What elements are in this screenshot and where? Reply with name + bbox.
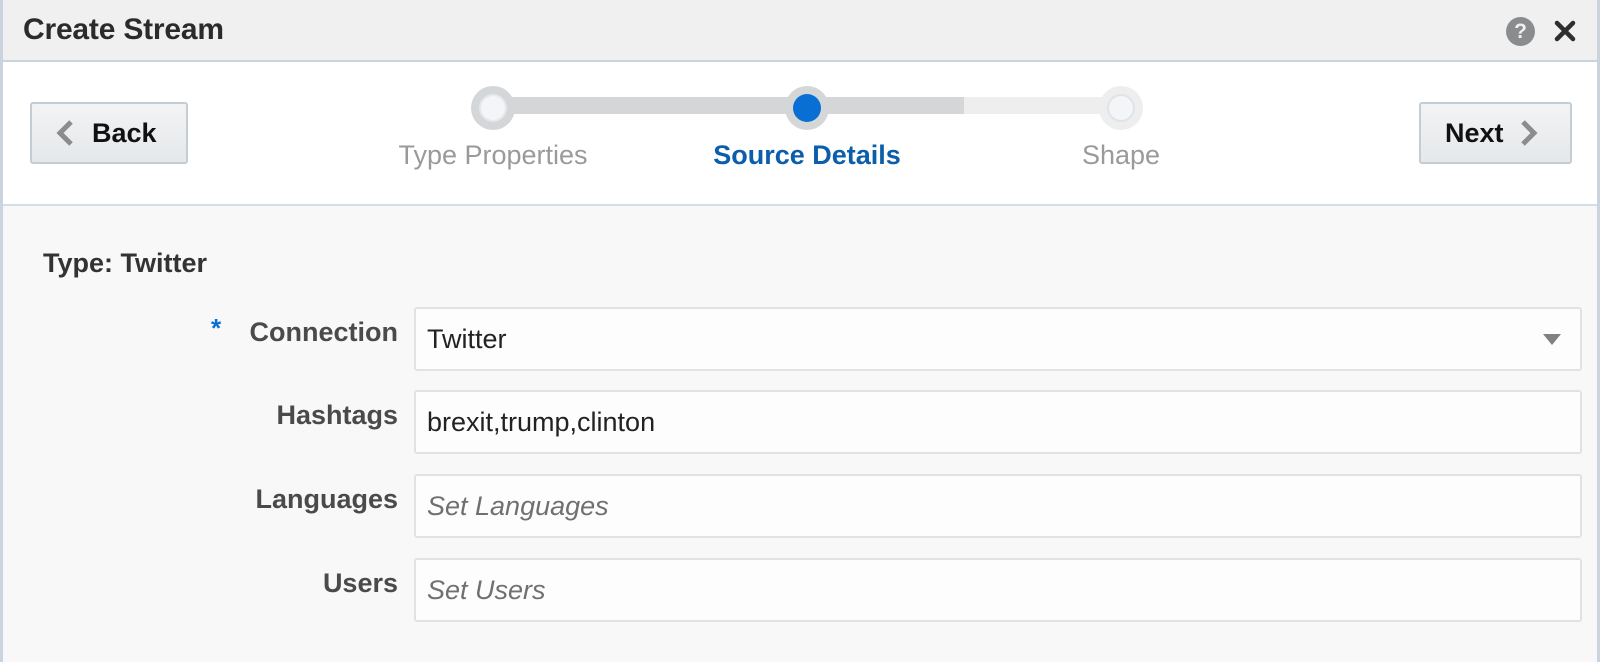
type-value: Twitter: [120, 248, 208, 278]
dialog-header: Create Stream ?: [3, 0, 1597, 62]
required-indicator: *: [211, 313, 222, 343]
connection-value: Twitter: [427, 324, 507, 354]
hashtags-input[interactable]: [414, 390, 1582, 454]
step-stop-source-details[interactable]: [785, 86, 829, 130]
step-stop-shape[interactable]: [1099, 86, 1143, 130]
connection-row: * Connection Twitter: [3, 307, 1600, 371]
train-track-remaining: [964, 97, 1121, 114]
chevron-left-icon: [56, 119, 74, 147]
users-input[interactable]: [414, 558, 1582, 622]
languages-label: Languages: [255, 484, 398, 514]
users-label: Users: [322, 568, 398, 598]
close-icon[interactable]: [1551, 17, 1579, 45]
step-stop-inner: [1107, 94, 1135, 122]
help-icon[interactable]: ?: [1506, 17, 1535, 46]
step-label-type-properties[interactable]: Type Properties: [343, 140, 643, 171]
form-body: Type: Twitter * Connection Twitter Hasht…: [3, 208, 1597, 662]
step-train: Back Type Properties Source Details Shap…: [3, 62, 1597, 206]
back-button[interactable]: Back: [30, 102, 188, 164]
step-stop-inner: [793, 94, 821, 122]
languages-input[interactable]: [414, 474, 1582, 538]
hashtags-row: Hashtags: [3, 390, 1600, 454]
step-stop-inner: [479, 94, 507, 122]
stream-type: Type: Twitter: [43, 248, 207, 279]
next-label: Next: [1445, 117, 1504, 148]
hashtags-label: Hashtags: [276, 400, 398, 430]
connection-select[interactable]: Twitter: [414, 307, 1582, 371]
step-stop-type-properties[interactable]: [471, 86, 515, 130]
train-track-completed: [493, 97, 964, 114]
next-button[interactable]: Next: [1419, 102, 1572, 164]
languages-row: Languages: [3, 474, 1600, 538]
step-label-shape[interactable]: Shape: [971, 140, 1271, 171]
users-row: Users: [3, 558, 1600, 622]
dialog-title: Create Stream: [23, 13, 224, 46]
dropdown-arrow-icon[interactable]: [1543, 334, 1561, 345]
type-separator: :: [104, 248, 114, 278]
step-label-source-details[interactable]: Source Details: [657, 140, 957, 171]
chevron-right-icon: [1520, 119, 1538, 147]
connection-label: Connection: [249, 317, 399, 347]
create-stream-dialog: Create Stream ? Back Type Properties Sou…: [0, 0, 1600, 662]
type-label: Type: [43, 248, 105, 278]
back-label: Back: [92, 117, 157, 148]
